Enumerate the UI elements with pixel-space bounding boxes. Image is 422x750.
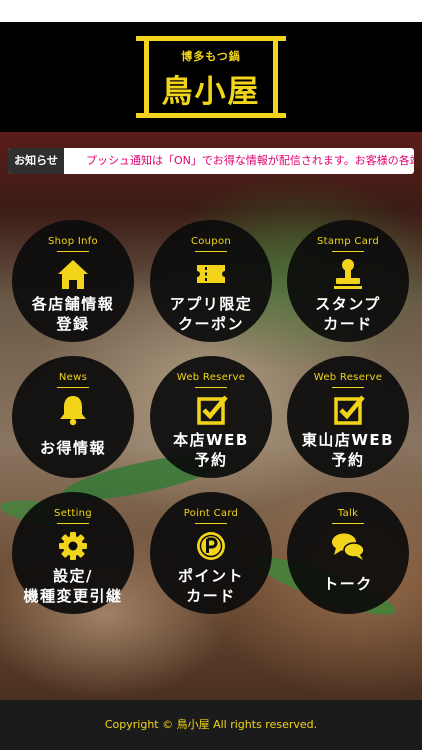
menu-label-line2: 予約: [331, 451, 365, 469]
checkbox-icon: [197, 395, 228, 425]
menu-label-line1: 設定/: [53, 567, 93, 585]
menu-label-line2: 登録: [56, 315, 90, 333]
menu-label-en: Point Card: [183, 508, 239, 519]
bell-icon: [60, 396, 86, 426]
menu-label-line1: 本店WEB: [173, 431, 249, 449]
menu-label-line1: アプリ限定: [169, 295, 253, 313]
menu-label-jp: ポイント カード: [150, 566, 272, 606]
menu-label-jp: お得情報: [12, 438, 134, 458]
logo: 博多もつ鍋 鳥小屋: [136, 26, 286, 128]
menu-label-en: Web Reserve: [176, 372, 246, 383]
menu-label-en: Shop Info: [48, 236, 98, 247]
copyright-text: Copyright © 鳥小屋 All rights reserved.: [104, 718, 318, 731]
menu-label-en: News: [58, 372, 88, 383]
notice-label: お知らせ: [8, 148, 64, 174]
logo-title: 鳥小屋: [161, 74, 261, 110]
menu-label-line1: スタンプ: [315, 295, 381, 313]
menu-label-line1: トーク: [323, 575, 373, 593]
logo-subtitle: 博多もつ鍋: [181, 50, 241, 63]
logo-corner: [136, 113, 150, 118]
divider: [195, 251, 227, 252]
menu-label-en: Setting: [54, 508, 92, 519]
divider: [195, 387, 227, 388]
menu-label-line1: 東山店WEB: [301, 431, 395, 449]
menu-label-jp: トーク: [287, 574, 409, 594]
app-header: 博多もつ鍋 鳥小屋: [0, 22, 422, 132]
divider: [332, 251, 364, 252]
menu-label-line2: 機種変更引継: [23, 587, 123, 605]
logo-corner: [272, 36, 286, 41]
footer: Copyright © 鳥小屋 All rights reserved.: [0, 700, 422, 750]
menu-label-jp: 本店WEB 予約: [150, 430, 272, 470]
gear-icon: [59, 532, 87, 560]
menu-news[interactable]: News お得情報: [12, 356, 134, 478]
menu-stamp-card[interactable]: Stamp Card スタンプ カード: [287, 220, 409, 342]
menu-label-line1: お得情報: [39, 439, 106, 457]
divider: [332, 387, 364, 388]
menu-label-en: Web Reserve: [313, 372, 383, 383]
stamp-icon: [334, 259, 362, 289]
menu-shop-info[interactable]: Shop Info 各店舗情報 登録: [12, 220, 134, 342]
menu-label-line1: 各店舗情報: [31, 295, 115, 313]
menu-label-en: Talk: [337, 508, 359, 519]
menu-label-line2: 予約: [194, 451, 228, 469]
logo-corner: [272, 113, 286, 118]
menu-label-jp: 各店舗情報 登録: [12, 294, 134, 334]
divider: [57, 523, 89, 524]
menu-label-jp: アプリ限定 クーポン: [150, 294, 272, 334]
notice-text: プッシュ通知は「ON」でお得な情報が配信されます。お客様の各端末の: [86, 154, 414, 167]
logo-corner: [136, 36, 150, 41]
menu-coupon[interactable]: Coupon アプリ限定 クーポン: [150, 220, 272, 342]
ticket-icon: [197, 265, 225, 283]
menu-setting[interactable]: Setting 設定/ 機種変更引継: [12, 492, 134, 614]
divider: [195, 523, 227, 524]
coin-icon: [197, 532, 225, 560]
divider: [57, 251, 89, 252]
menu-label-jp: スタンプ カード: [287, 294, 409, 334]
menu-label-en: Stamp Card: [316, 236, 380, 247]
menu-label-jp: 東山店WEB 予約: [287, 430, 409, 470]
chat-icon: [332, 533, 365, 560]
house-icon: [58, 260, 88, 289]
menu-talk[interactable]: Talk トーク: [287, 492, 409, 614]
menu-point-card[interactable]: Point Card ポイント カード: [150, 492, 272, 614]
menu-web-reserve-main[interactable]: Web Reserve 本店WEB 予約: [150, 356, 272, 478]
menu-label-en: Coupon: [190, 236, 232, 247]
notice-ticker[interactable]: お知らせ プッシュ通知は「ON」でお得な情報が配信されます。お客様の各端末の: [8, 148, 414, 174]
status-bar: [0, 0, 422, 22]
checkbox-icon: [334, 395, 365, 425]
menu-web-reserve-higashiyama[interactable]: Web Reserve 東山店WEB 予約: [287, 356, 409, 478]
divider: [332, 523, 364, 524]
menu-label-jp: 設定/ 機種変更引継: [12, 566, 134, 606]
menu-label-line2: クーポン: [177, 315, 244, 333]
menu-label-line2: カード: [186, 587, 236, 605]
divider: [57, 387, 89, 388]
menu-label-line2: カード: [323, 315, 373, 333]
menu-label-line1: ポイント: [177, 567, 244, 585]
